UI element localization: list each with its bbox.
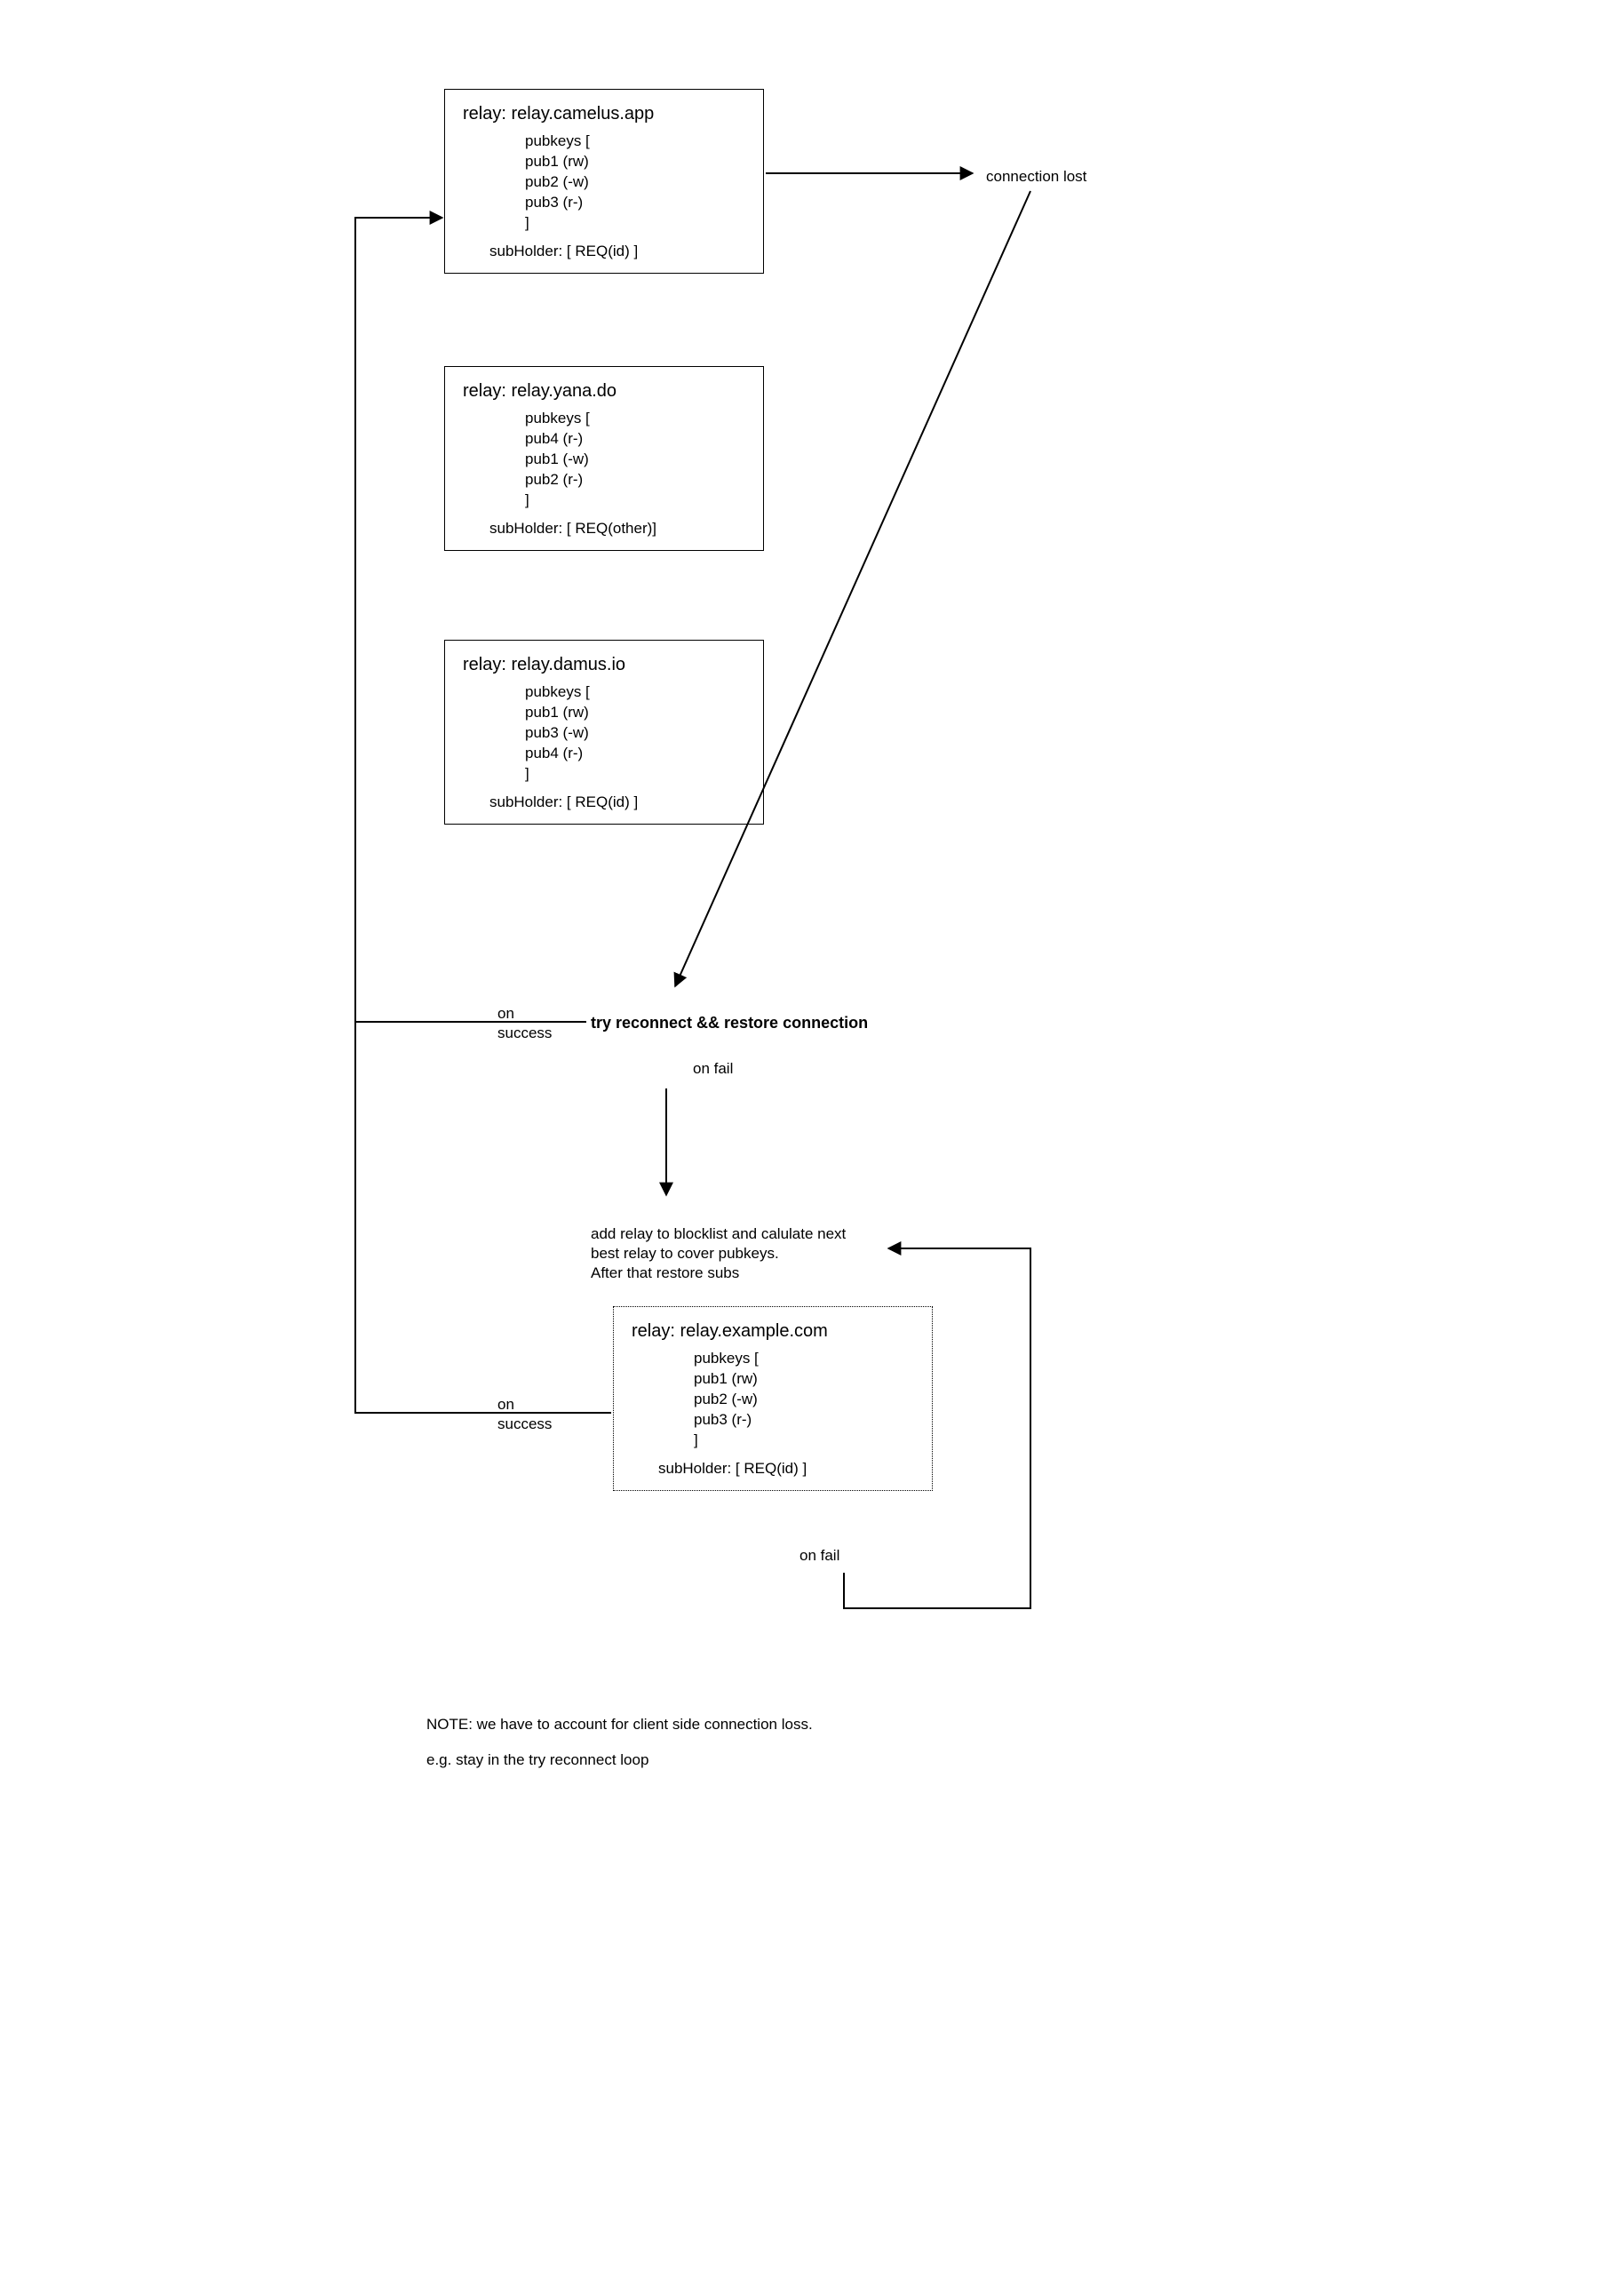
pubkeys-open: pubkeys [	[525, 132, 745, 152]
pubkeys-block: pubkeys [ pub1 (rw) pub2 (-w) pub3 (r-) …	[694, 1349, 914, 1451]
pubkeys-close: ]	[525, 764, 745, 785]
label-on-fail-2: on fail	[800, 1546, 839, 1566]
note-line-1: NOTE: we have to account for client side…	[426, 1715, 813, 1734]
pubkeys-block: pubkeys [ pub4 (r-) pub1 (-w) pub2 (r-) …	[525, 409, 745, 511]
pubkeys-open: pubkeys [	[525, 409, 745, 429]
arrows-layer	[0, 0, 1599, 2296]
label-on-fail-1: on fail	[693, 1059, 733, 1079]
pubkey: pub3 (r-)	[694, 1410, 914, 1431]
relay-title: relay: relay.camelus.app	[463, 104, 745, 124]
subholder: subHolder: [ REQ(other)]	[489, 520, 745, 538]
pubkey: pub2 (-w)	[525, 172, 745, 193]
pubkeys-block: pubkeys [ pub1 (rw) pub3 (-w) pub4 (r-) …	[525, 682, 745, 785]
pubkey: pub4 (r-)	[525, 744, 745, 764]
label-on-success-2: on success	[497, 1395, 552, 1434]
relay-box-example: relay: relay.example.com pubkeys [ pub1 …	[613, 1306, 933, 1491]
pubkey: pub3 (-w)	[525, 723, 745, 744]
subholder: subHolder: [ REQ(id) ]	[489, 243, 745, 260]
pubkey: pub3 (r-)	[525, 193, 745, 213]
pubkeys-open: pubkeys [	[694, 1349, 914, 1369]
pubkey: pub1 (rw)	[694, 1369, 914, 1390]
pubkey: pub1 (-w)	[525, 450, 745, 470]
diagram-canvas: relay: relay.camelus.app pubkeys [ pub1 …	[0, 0, 1599, 2296]
pubkeys-open: pubkeys [	[525, 682, 745, 703]
label-on-success-1: on success	[497, 1004, 552, 1043]
pubkeys-close: ]	[694, 1431, 914, 1451]
pubkeys-block: pubkeys [ pub1 (rw) pub2 (-w) pub3 (r-) …	[525, 132, 745, 234]
relay-title: relay: relay.yana.do	[463, 381, 745, 402]
label-try-reconnect: try reconnect && restore connection	[591, 1013, 868, 1033]
pubkey: pub2 (r-)	[525, 470, 745, 490]
relay-box-camelus: relay: relay.camelus.app pubkeys [ pub1 …	[444, 89, 764, 274]
subholder: subHolder: [ REQ(id) ]	[658, 1460, 914, 1478]
label-connection-lost: connection lost	[986, 167, 1086, 187]
pubkey: pub1 (rw)	[525, 703, 745, 723]
pubkey: pub1 (rw)	[525, 152, 745, 172]
pubkeys-close: ]	[525, 213, 745, 234]
subholder: subHolder: [ REQ(id) ]	[489, 793, 745, 811]
pubkeys-close: ]	[525, 490, 745, 511]
relay-box-yana: relay: relay.yana.do pubkeys [ pub4 (r-)…	[444, 366, 764, 551]
pubkey: pub2 (-w)	[694, 1390, 914, 1410]
pubkey: pub4 (r-)	[525, 429, 745, 450]
relay-title: relay: relay.example.com	[632, 1321, 914, 1342]
label-blocklist: add relay to blocklist and calulate next…	[591, 1224, 846, 1283]
relay-box-damus: relay: relay.damus.io pubkeys [ pub1 (rw…	[444, 640, 764, 825]
note-line-2: e.g. stay in the try reconnect loop	[426, 1750, 648, 1770]
relay-title: relay: relay.damus.io	[463, 655, 745, 675]
